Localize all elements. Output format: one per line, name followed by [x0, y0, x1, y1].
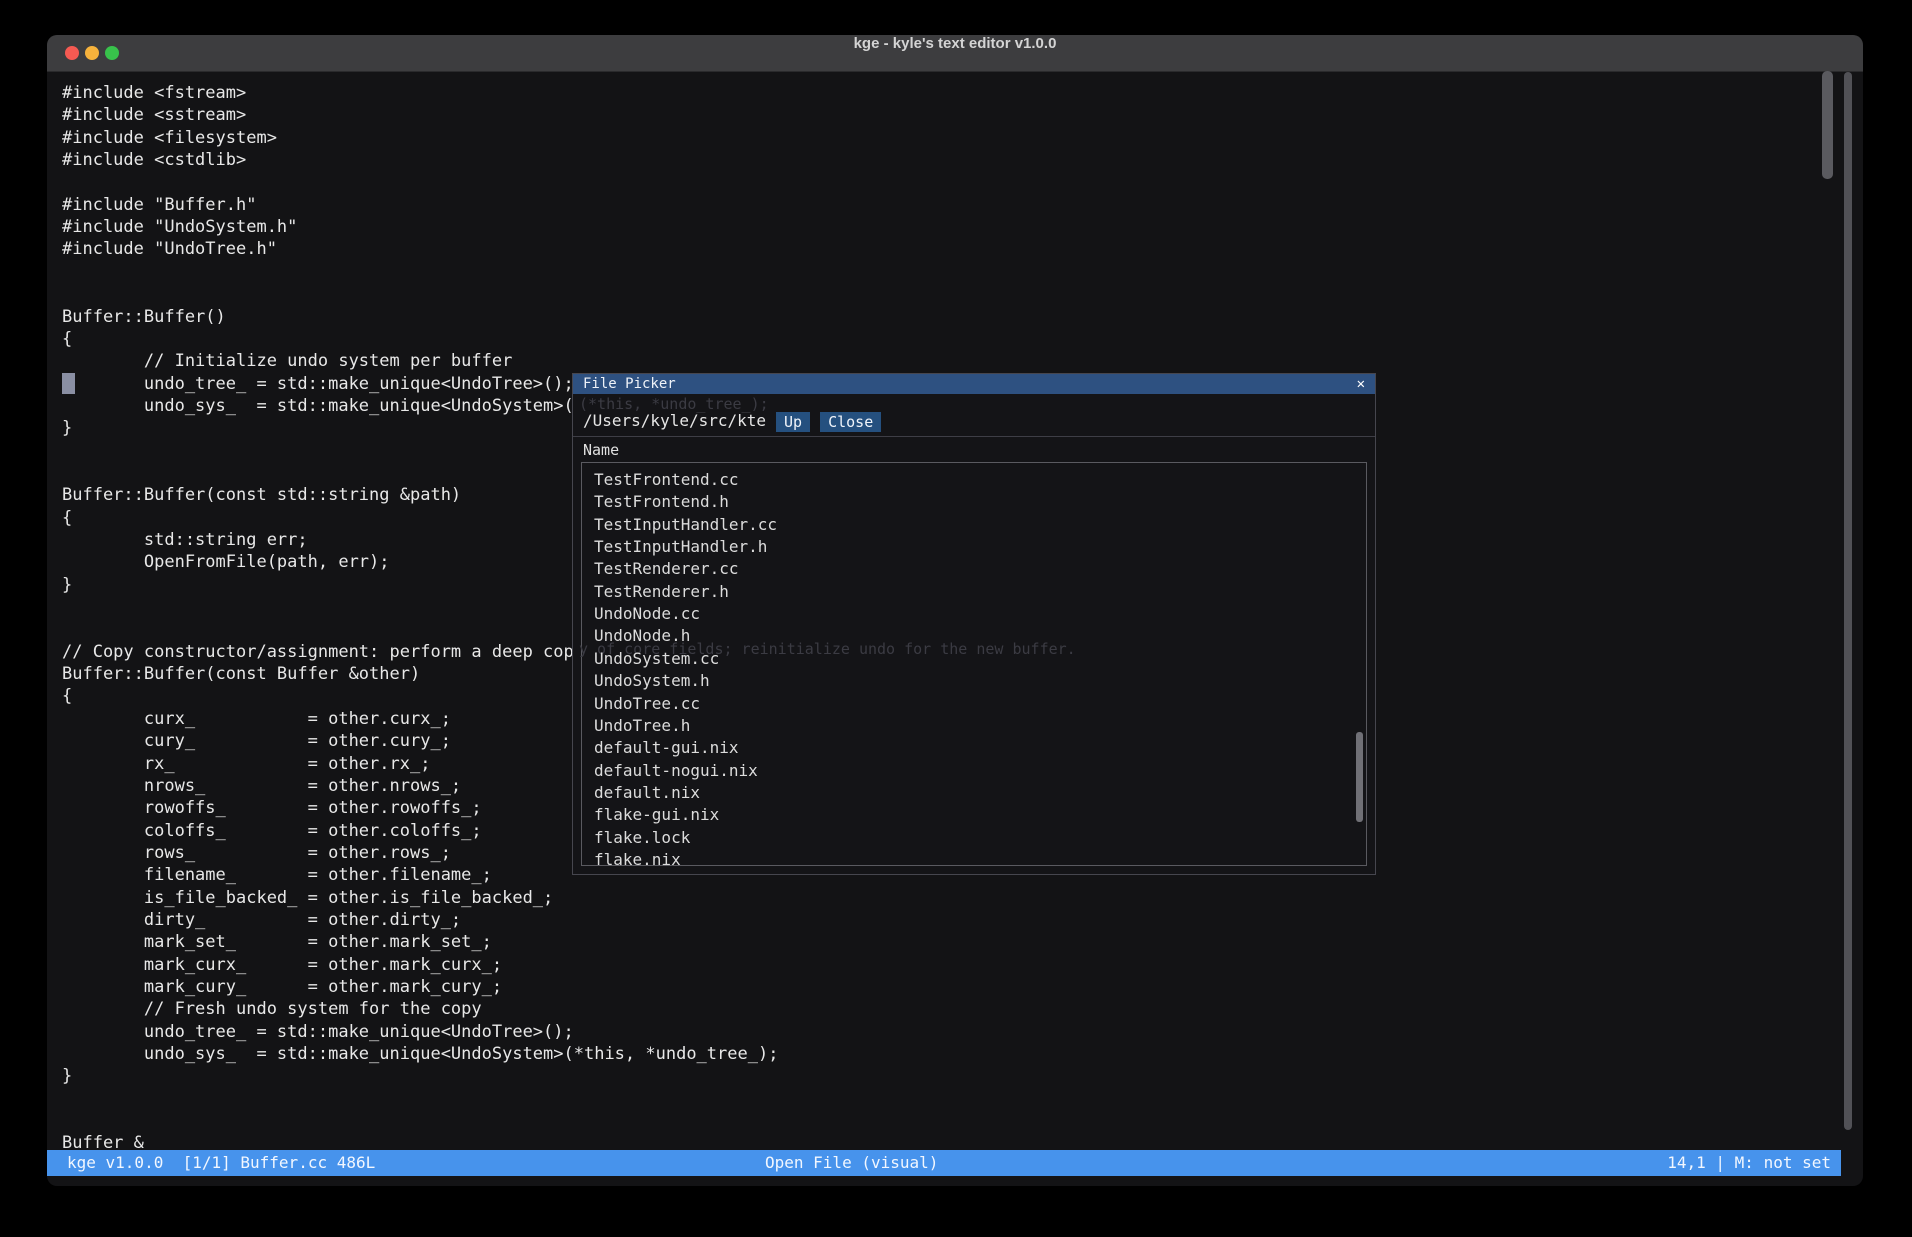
app-window: kge - kyle's text editor v1.0.0 #include…: [47, 35, 1863, 1186]
file-list-item[interactable]: default.nix: [594, 782, 700, 804]
code-line: #include <filesystem>: [62, 127, 277, 149]
file-list-scrollbar-thumb[interactable]: [1356, 732, 1363, 822]
code-line: nrows_ = other.nrows_;: [62, 775, 461, 797]
code-line: Buffer::Buffer(): [62, 306, 226, 328]
code-line: #include <fstream>: [62, 82, 246, 104]
file-list-item[interactable]: UndoSystem.h: [594, 670, 710, 692]
column-header-name: Name: [583, 441, 619, 459]
code-line: }: [62, 574, 72, 596]
file-picker-titlebar[interactable]: File Picker ✕: [573, 374, 1375, 394]
code-line: {: [62, 507, 72, 529]
file-list-item[interactable]: default-nogui.nix: [594, 760, 758, 782]
status-mode: Open File (visual): [765, 1150, 938, 1176]
code-line: #include "Buffer.h": [62, 194, 256, 216]
window-title: kge - kyle's text editor v1.0.0: [47, 35, 1863, 72]
file-list-item[interactable]: UndoSystem.cc: [594, 648, 719, 670]
file-list-item[interactable]: TestRenderer.cc: [594, 558, 739, 580]
file-list-item[interactable]: default-gui.nix: [594, 737, 739, 759]
status-bar: kge v1.0.0 [1/1] Buffer.cc 486L Open Fil…: [47, 1150, 1841, 1176]
code-line: Buffer::Buffer(const std::string &path): [62, 484, 461, 506]
code-line: // Initialize undo system per buffer: [62, 350, 512, 372]
code-line: Buffer::Buffer(const Buffer &other): [62, 663, 420, 685]
code-line: // Fresh undo system for the copy: [62, 998, 482, 1020]
code-line: }: [62, 417, 72, 439]
file-list: TestFrontend.ccTestFrontend.hTestInputHa…: [581, 462, 1367, 866]
file-list-item[interactable]: TestFrontend.h: [594, 491, 729, 513]
code-line: curx_ = other.curx_;: [62, 708, 451, 730]
code-line: std::string err;: [62, 529, 308, 551]
code-line: mark_set_ = other.mark_set_;: [62, 931, 492, 953]
code-line: filename_ = other.filename_;: [62, 864, 492, 886]
code-line: coloffs_ = other.coloffs_;: [62, 820, 482, 842]
file-list-item[interactable]: TestFrontend.cc: [594, 469, 739, 491]
file-list-item[interactable]: TestInputHandler.h: [594, 536, 767, 558]
code-line: rowoffs_ = other.rowoffs_;: [62, 797, 482, 819]
code-line: rows_ = other.rows_;: [62, 842, 451, 864]
code-line: {: [62, 685, 72, 707]
window-scrollbar-track[interactable]: [1844, 72, 1852, 1130]
code-line: OpenFromFile(path, err);: [62, 551, 390, 573]
close-icon[interactable]: ✕: [1357, 374, 1365, 394]
file-picker-path-row: /Users/kyle/src/kte Up Close: [583, 410, 881, 432]
code-line: }: [62, 1065, 72, 1087]
divider: [573, 436, 1375, 437]
file-list-item[interactable]: flake-gui.nix: [594, 804, 719, 826]
code-line: is_file_backed_ = other.is_file_backed_;: [62, 887, 553, 909]
status-left: kge v1.0.0 [1/1] Buffer.cc 486L: [67, 1150, 375, 1176]
code-line: mark_curx_ = other.mark_curx_;: [62, 954, 502, 976]
file-picker-title: File Picker: [583, 374, 676, 394]
file-list-item[interactable]: UndoTree.cc: [594, 693, 700, 715]
code-line: rx_ = other.rx_;: [62, 753, 430, 775]
code-line: #include <sstream>: [62, 104, 246, 126]
code-line: #include "UndoTree.h": [62, 238, 277, 260]
code-line: mark_cury_ = other.mark_cury_;: [62, 976, 502, 998]
file-picker-dialog: File Picker ✕ (*this, *undo_tree_); /Use…: [572, 373, 1376, 875]
file-list-item[interactable]: flake.lock: [594, 827, 690, 849]
file-list-item[interactable]: UndoTree.h: [594, 715, 690, 737]
file-list-item[interactable]: TestInputHandler.cc: [594, 514, 777, 536]
close-button[interactable]: Close: [820, 412, 881, 432]
up-button[interactable]: Up: [776, 412, 810, 432]
code-line: undo_tree_ = std::make_unique<UndoTree>(…: [62, 1021, 574, 1043]
editor-scrollbar-thumb[interactable]: [1822, 71, 1833, 179]
code-line: #include <cstdlib>: [62, 149, 246, 171]
file-list-item[interactable]: UndoNode.cc: [594, 603, 700, 625]
code-line: {: [62, 328, 72, 350]
file-list-item[interactable]: UndoNode.h: [594, 625, 690, 647]
code-line: #include "UndoSystem.h": [62, 216, 297, 238]
file-list-item[interactable]: TestRenderer.h: [594, 581, 729, 603]
code-line: cury_ = other.cury_;: [62, 730, 451, 752]
status-cursor-position: 14,1 | M: not set: [1667, 1150, 1831, 1176]
code-line: undo_tree_ = std::make_unique<UndoTree>(…: [62, 373, 574, 395]
code-line: dirty_ = other.dirty_;: [62, 909, 461, 931]
current-path: /Users/kyle/src/kte: [583, 411, 766, 430]
file-list-item[interactable]: flake.nix: [594, 849, 681, 871]
code-line: undo_sys_ = std::make_unique<UndoSystem>…: [62, 1043, 778, 1065]
window-titlebar: kge - kyle's text editor v1.0.0: [47, 35, 1863, 72]
